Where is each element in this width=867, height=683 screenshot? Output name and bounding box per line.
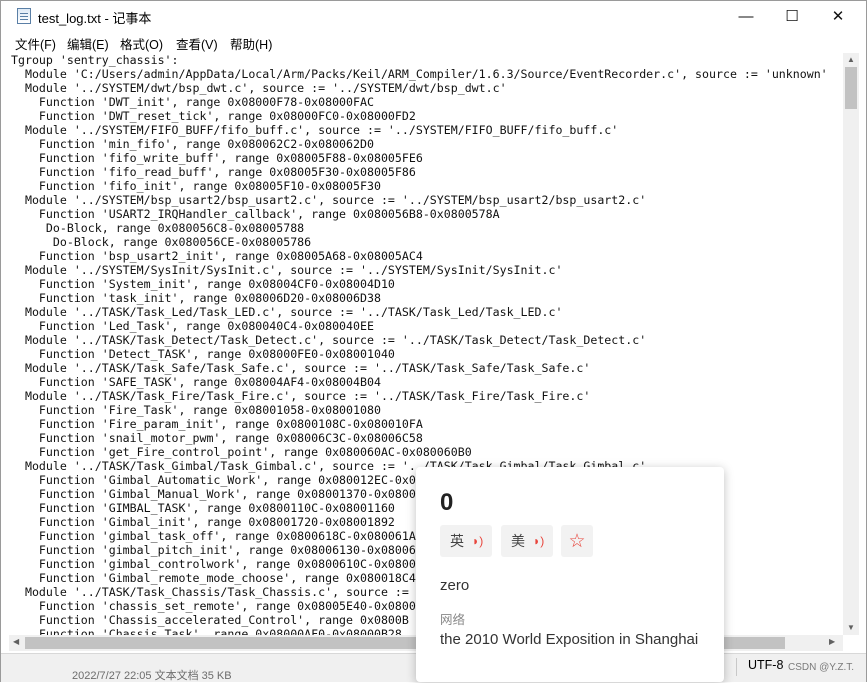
pronounce-us-label: 美 <box>511 533 525 549</box>
editor-line: Function 'DWT_reset_tick', range 0x08000… <box>11 109 416 123</box>
pronounce-us-button[interactable]: 美 ◗) <box>501 525 553 557</box>
network-definition-text: the 2010 World Exposition in Shanghai <box>440 631 699 648</box>
definition-text: zero <box>440 577 470 594</box>
editor-line: Function 'Gimbal_remote_mode_choose', ra… <box>11 571 416 585</box>
editor-line: Function 'GIMBAL_TASK', range 0x0800110C… <box>11 501 395 515</box>
editor-line: Module 'C:/Users/admin/AppData/Local/Arm… <box>11 67 828 81</box>
editor-line: Function 'fifo_write_buff', range 0x0800… <box>11 151 423 165</box>
editor-line: Function 'SAFE_TASK', range 0x08004AF4-0… <box>11 375 381 389</box>
editor-line: Module '../TASK/Task_Detect/Task_Detect.… <box>11 333 647 347</box>
editor-line: Module '../SYSTEM/bsp_usart2/bsp_usart2.… <box>11 193 647 207</box>
editor-line: Do-Block, range 0x080056CE-0x08005786 <box>11 235 312 249</box>
editor-line: Tgroup 'sentry_chassis': <box>11 53 179 67</box>
editor-line: Function 'Chassis_accelerated_Control', … <box>11 613 409 627</box>
editor-line: Function 'Detect_TASK', range 0x08000FE0… <box>11 347 395 361</box>
editor-line: Function 'Fire_Task', range 0x08001058-0… <box>11 403 381 417</box>
editor-line: Function 'chassis_set_remote', range 0x0… <box>11 599 416 613</box>
scroll-right-arrow-icon[interactable]: ▶ <box>829 637 835 646</box>
editor-line: Function 'min_fifo', range 0x080062C2-0x… <box>11 137 374 151</box>
editor-line: Module '../SYSTEM/FIFO_BUFF/fifo_buff.c'… <box>11 123 619 137</box>
editor-line: Function 'Chassis_Task', range 0x08000AF… <box>11 627 402 635</box>
popup-word: 0 <box>440 489 454 516</box>
editor-line: Function 'fifo_init', range 0x08005F10-0… <box>11 179 381 193</box>
pronounce-uk-button[interactable]: 英 ◗) <box>440 525 492 557</box>
editor-line: Function 'task_init', range 0x08006D20-0… <box>11 291 381 305</box>
editor-line: Function 'Gimbal_Automatic_Work', range … <box>11 473 437 487</box>
editor-line: Module '../TASK/Task_Safe/Task_Safe.c', … <box>11 361 591 375</box>
encoding-status: UTF-8 <box>748 658 784 672</box>
editor-line: Function 'USART2_IRQHandler_callback', r… <box>11 207 500 221</box>
network-section-label: 网络 <box>440 613 466 627</box>
title-bar[interactable]: test_log.txt - 记事本 — ☐ ✕ <box>1 1 866 31</box>
speaker-icon: ◗) <box>533 534 545 548</box>
editor-line: Function 'Led_Task', range 0x080040C4-0x… <box>11 319 374 333</box>
speaker-icon: ◗) <box>472 534 484 548</box>
editor-line: Function 'snail_motor_pwm', range 0x0800… <box>11 431 423 445</box>
editor-line: Module '../SYSTEM/SysInit/SysInit.c', so… <box>11 263 563 277</box>
editor-line: Module '../TASK/Task_Led/Task_LED.c', so… <box>11 305 563 319</box>
editor-line: Function 'bsp_usart2_init', range 0x0800… <box>11 249 423 263</box>
editor-line: Do-Block, range 0x080056C8-0x08005788 <box>11 221 305 235</box>
editor-line: Function 'Fire_param_init', range 0x0800… <box>11 417 423 431</box>
menu-bar: 文件(F) 编辑(E) 格式(O) 查看(V) 帮助(H) <box>1 31 866 53</box>
editor-line: Function 'gimbal_controlwork', range 0x0… <box>11 557 416 571</box>
menu-format[interactable]: 格式(O) <box>120 34 163 53</box>
editor-line: Module '../TASK/Task_Chassis/Task_Chassi… <box>11 585 409 599</box>
favorite-star-button[interactable]: ☆ <box>561 525 593 557</box>
scroll-left-arrow-icon[interactable]: ◀ <box>13 637 19 646</box>
watermark: CSDN @Y.Z.T. <box>788 662 855 673</box>
pronounce-uk-label: 英 <box>450 533 464 549</box>
minimize-button[interactable]: — <box>723 1 769 31</box>
window-title: test_log.txt - 记事本 <box>38 11 152 26</box>
close-button[interactable]: ✕ <box>815 1 861 31</box>
editor-line: Module '../SYSTEM/dwt/bsp_dwt.c', source… <box>11 81 507 95</box>
scroll-down-arrow-icon[interactable]: ▼ <box>847 623 855 632</box>
editor-line: Module '../TASK/Task_Fire/Task_Fire.c', … <box>11 389 591 403</box>
scroll-up-arrow-icon[interactable]: ▲ <box>847 55 855 64</box>
menu-help[interactable]: 帮助(H) <box>230 34 272 53</box>
vertical-scrollbar[interactable]: ▲ ▼ <box>843 53 859 635</box>
editor-line: Function 'gimbal_pitch_init', range 0x08… <box>11 543 416 557</box>
notepad-icon <box>17 8 31 24</box>
editor-line: Function 'DWT_init', range 0x08000F78-0x… <box>11 95 374 109</box>
dictionary-popup: 0 英 ◗) 美 ◗) ☆ zero 网络 the 2010 World Exp… <box>416 467 724 682</box>
editor-line: Function 'fifo_read_buff', range 0x08005… <box>11 165 416 179</box>
status-divider <box>736 658 737 676</box>
maximize-button[interactable]: ☐ <box>769 1 815 31</box>
star-icon: ☆ <box>568 530 586 552</box>
editor-line: Function 'Gimbal_init', range 0x08001720… <box>11 515 395 529</box>
vertical-scroll-thumb[interactable] <box>845 67 857 109</box>
menu-view[interactable]: 查看(V) <box>176 34 218 53</box>
background-file-info: 2022/7/27 22:05 文本文档 35 KB <box>72 670 232 682</box>
editor-line: Function 'gimbal_task_off', range 0x0800… <box>11 529 416 543</box>
editor-line: Function 'Gimbal_Manual_Work', range 0x0… <box>11 487 416 501</box>
editor-line: Function 'System_init', range 0x08004CF0… <box>11 277 395 291</box>
menu-edit[interactable]: 编辑(E) <box>67 34 109 53</box>
menu-file[interactable]: 文件(F) <box>15 34 56 53</box>
editor-line: Function 'get_Fire_control_point', range… <box>11 445 472 459</box>
